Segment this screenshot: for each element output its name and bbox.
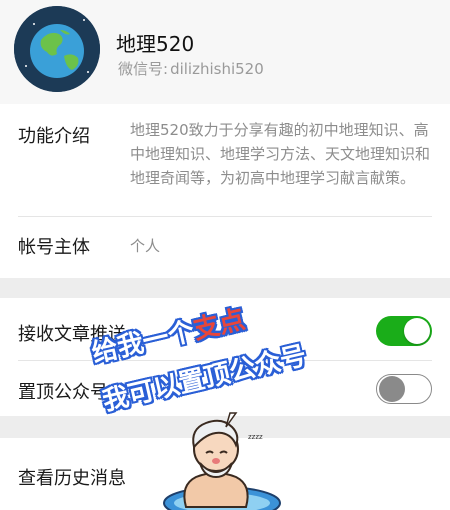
wechat-id-label: 微信号: xyxy=(118,60,169,78)
sleeping-old-man-illustration: zzzz xyxy=(163,412,281,510)
intro-label: 功能介绍 xyxy=(18,126,90,147)
wechat-id: 微信号: dilizhishi520 xyxy=(116,58,264,79)
owner-value: 个人 xyxy=(130,237,161,255)
divider xyxy=(18,216,432,217)
pin-account-label: 置顶公众号 xyxy=(18,382,108,403)
intro-text: 地理520致力于分享有趣的初中地理知识、高中地理知识、地理学习方法、天文地理知识… xyxy=(130,121,431,187)
owner-label: 帐号主体 xyxy=(18,237,90,258)
account-info-card: 功能介绍 地理520致力于分享有趣的初中地理知识、高中地理知识、地理学习方法、天… xyxy=(0,104,450,278)
account-name: 地理520 xyxy=(116,32,195,56)
globe-icon xyxy=(14,6,100,92)
profile-header: 地理520 微信号: dilizhishi520 xyxy=(0,0,450,104)
history-label: 查看历史消息 xyxy=(18,468,126,489)
wechat-id-value: dilizhishi520 xyxy=(170,60,264,78)
avatar[interactable] xyxy=(14,6,100,92)
pin-account-toggle[interactable] xyxy=(376,374,432,404)
toggle-knob xyxy=(379,376,405,402)
receive-articles-toggle[interactable] xyxy=(376,316,432,346)
zzz-text: zzzz xyxy=(248,433,263,441)
toggle-knob xyxy=(404,318,430,344)
